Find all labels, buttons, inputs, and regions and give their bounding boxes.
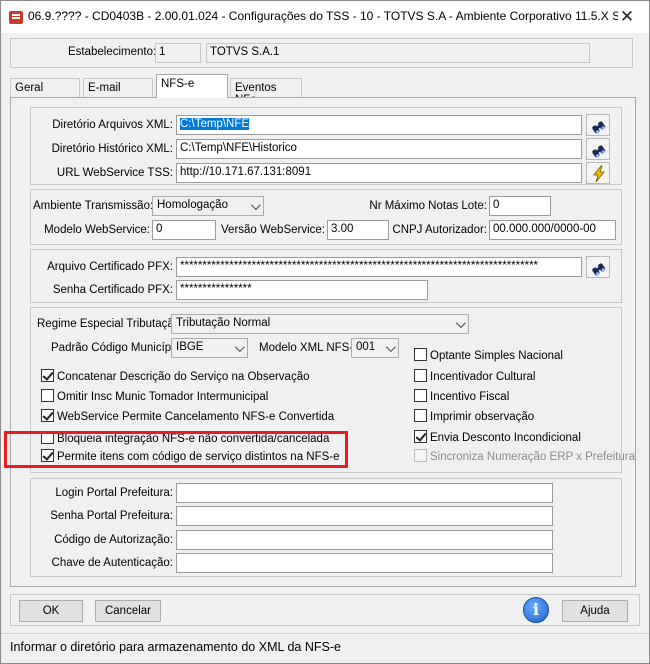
nr-max-input[interactable]: 0 bbox=[489, 196, 551, 216]
dir-hist-label: Diretório Histórico XML: bbox=[51, 143, 173, 155]
check-incentivador-cultural[interactable]: Incentivador Cultural bbox=[414, 369, 535, 385]
button-bar: OK Cancelar i Ajuda bbox=[10, 594, 640, 626]
arquivo-cert-label: Arquivo Certificado PFX: bbox=[47, 261, 173, 273]
chave-autenticacao-label: Chave de Autenticação: bbox=[51, 557, 173, 569]
codigo-autorizacao-input[interactable] bbox=[176, 530, 553, 550]
checkbox-box[interactable] bbox=[414, 348, 427, 361]
nr-max-label: Nr Máximo Notas Lote: bbox=[369, 200, 487, 212]
senha-cert-input[interactable]: **************** bbox=[176, 280, 428, 300]
ok-button[interactable]: OK bbox=[19, 600, 83, 622]
environment-group: Ambiente Transmissão: Homologação Nr Máx… bbox=[30, 189, 622, 245]
binoculars-icon bbox=[592, 145, 606, 158]
checkbox-box[interactable] bbox=[41, 449, 54, 462]
dir-xml-label: Diretório Arquivos XML: bbox=[52, 119, 173, 131]
check-envia-desconto[interactable]: Envia Desconto Incondicional bbox=[414, 430, 581, 446]
codigo-autorizacao-label: Código de Autorização: bbox=[54, 534, 173, 546]
url-input[interactable]: http://10.171.67.131:8091 bbox=[176, 163, 582, 183]
estabelecimento-code-field: 1 bbox=[155, 43, 201, 63]
dir-hist-input[interactable]: C:\Temp\NFE\Historico bbox=[176, 139, 582, 159]
paths-group: Diretório Arquivos XML: C:\Temp\NFE Dire… bbox=[30, 107, 622, 185]
padrao-select[interactable]: IBGE bbox=[171, 338, 248, 358]
check-incentivo-fiscal[interactable]: Incentivo Fiscal bbox=[414, 389, 509, 405]
binoculars-icon bbox=[592, 263, 606, 276]
check-permite-itens[interactable]: Permite itens com código de serviço dist… bbox=[41, 449, 340, 465]
cnpj-label: CNPJ Autorizador: bbox=[392, 224, 487, 236]
window-title: 06.9.???? - CD0403B - 2.00.01.024 - Conf… bbox=[28, 9, 618, 23]
checkbox-box[interactable] bbox=[414, 389, 427, 402]
estabelecimento-label: Estabelecimento: bbox=[68, 46, 157, 58]
tab-email[interactable]: E-mail bbox=[83, 78, 153, 99]
estabelecimento-name-field: TOTVS S.A.1 bbox=[206, 43, 590, 63]
close-icon[interactable]: ✕ bbox=[609, 2, 645, 32]
checkbox-box[interactable] bbox=[414, 430, 427, 443]
modelo-xml-label: Modelo XML NFS-e: bbox=[259, 342, 363, 354]
check-sincroniza-numeracao: Sincroniza Numeração ERP x Prefeitura bbox=[414, 449, 635, 465]
lightning-icon bbox=[593, 165, 605, 183]
tab-geral[interactable]: Geral bbox=[10, 78, 80, 99]
cancel-button[interactable]: Cancelar bbox=[95, 600, 161, 622]
checkbox-box[interactable] bbox=[41, 369, 54, 382]
senha-portal-label: Senha Portal Prefeitura: bbox=[50, 510, 173, 522]
padrao-label: Padrão Código Município: bbox=[51, 342, 184, 354]
url-label: URL WebService TSS: bbox=[56, 167, 173, 179]
app-icon bbox=[9, 11, 23, 24]
checkbox-box[interactable] bbox=[414, 369, 427, 382]
check-omitir-insc[interactable]: Omitir Insc Munic Tomador Intermunicipal bbox=[41, 389, 268, 405]
checkbox-box[interactable] bbox=[414, 409, 427, 422]
ambiente-select[interactable]: Homologação bbox=[152, 196, 264, 216]
login-portal-label: Login Portal Prefeitura: bbox=[55, 487, 173, 499]
tab-eventos-nfe[interactable]: Eventos NFe bbox=[230, 78, 302, 106]
versao-ws-label: Versão WebService: bbox=[221, 224, 325, 236]
check-concatenar[interactable]: Concatenar Descrição do Serviço na Obser… bbox=[41, 369, 310, 385]
dialog-window: 06.9.???? - CD0403B - 2.00.01.024 - Conf… bbox=[0, 0, 650, 664]
cnpj-input[interactable]: 00.000.000/0000-00 bbox=[489, 220, 616, 240]
browse-xml-button[interactable] bbox=[586, 114, 610, 136]
regime-select[interactable]: Tributação Normal bbox=[171, 314, 469, 334]
check-imprimir-observacao[interactable]: Imprimir observação bbox=[414, 409, 534, 425]
ambiente-label: Ambiente Transmissão: bbox=[33, 200, 154, 212]
modelo-ws-input[interactable]: 0 bbox=[152, 220, 216, 240]
options-group: Regime Especial Tributação: Tributação N… bbox=[30, 307, 635, 473]
checkbox-box[interactable] bbox=[41, 431, 54, 444]
checkbox-box bbox=[414, 449, 427, 462]
login-portal-input[interactable] bbox=[176, 483, 553, 503]
browse-hist-button[interactable] bbox=[586, 138, 610, 160]
help-button[interactable]: Ajuda bbox=[562, 600, 628, 622]
dir-xml-input[interactable]: C:\Temp\NFE bbox=[176, 115, 582, 135]
regime-label: Regime Especial Tributação: bbox=[37, 318, 184, 330]
portal-group: Login Portal Prefeitura: Senha Portal Pr… bbox=[30, 478, 622, 577]
check-optante-simples[interactable]: Optante Simples Nacional bbox=[414, 348, 563, 364]
chevron-down-icon bbox=[234, 342, 245, 353]
chevron-down-icon bbox=[250, 200, 261, 211]
certificate-group: Arquivo Certificado PFX: ***************… bbox=[30, 249, 622, 303]
info-icon[interactable]: i bbox=[523, 597, 549, 623]
title-bar: 06.9.???? - CD0403B - 2.00.01.024 - Conf… bbox=[1, 1, 649, 33]
browse-cert-button[interactable] bbox=[586, 256, 610, 278]
binoculars-icon bbox=[592, 121, 606, 134]
arquivo-cert-input[interactable]: ****************************************… bbox=[176, 257, 582, 277]
chevron-down-icon bbox=[385, 342, 396, 353]
status-text: Informar o diretório para armazenamento … bbox=[10, 640, 341, 654]
chevron-down-icon bbox=[455, 318, 466, 329]
modelo-xml-select[interactable]: 001 bbox=[351, 338, 399, 358]
checkbox-box[interactable] bbox=[41, 389, 54, 402]
estabelecimento-group: Estabelecimento: 1 TOTVS S.A.1 bbox=[10, 38, 633, 68]
modelo-ws-label: Modelo WebService: bbox=[44, 224, 150, 236]
check-permite-cancelamento[interactable]: WebService Permite Cancelamento NFS-e Co… bbox=[41, 409, 334, 425]
senha-portal-input[interactable] bbox=[176, 506, 553, 526]
senha-cert-label: Senha Certificado PFX: bbox=[52, 284, 173, 296]
status-bar: Informar o diretório para armazenamento … bbox=[1, 633, 649, 663]
test-connection-button[interactable] bbox=[586, 162, 610, 184]
tab-nfse[interactable]: NFS-e bbox=[156, 74, 228, 98]
versao-ws-input[interactable]: 3.00 bbox=[327, 220, 389, 240]
checkbox-box[interactable] bbox=[41, 409, 54, 422]
check-bloqueia-integracao[interactable]: Bloqueia integração NFS-e não convertida… bbox=[41, 431, 329, 447]
chave-autenticacao-input[interactable] bbox=[176, 553, 553, 573]
